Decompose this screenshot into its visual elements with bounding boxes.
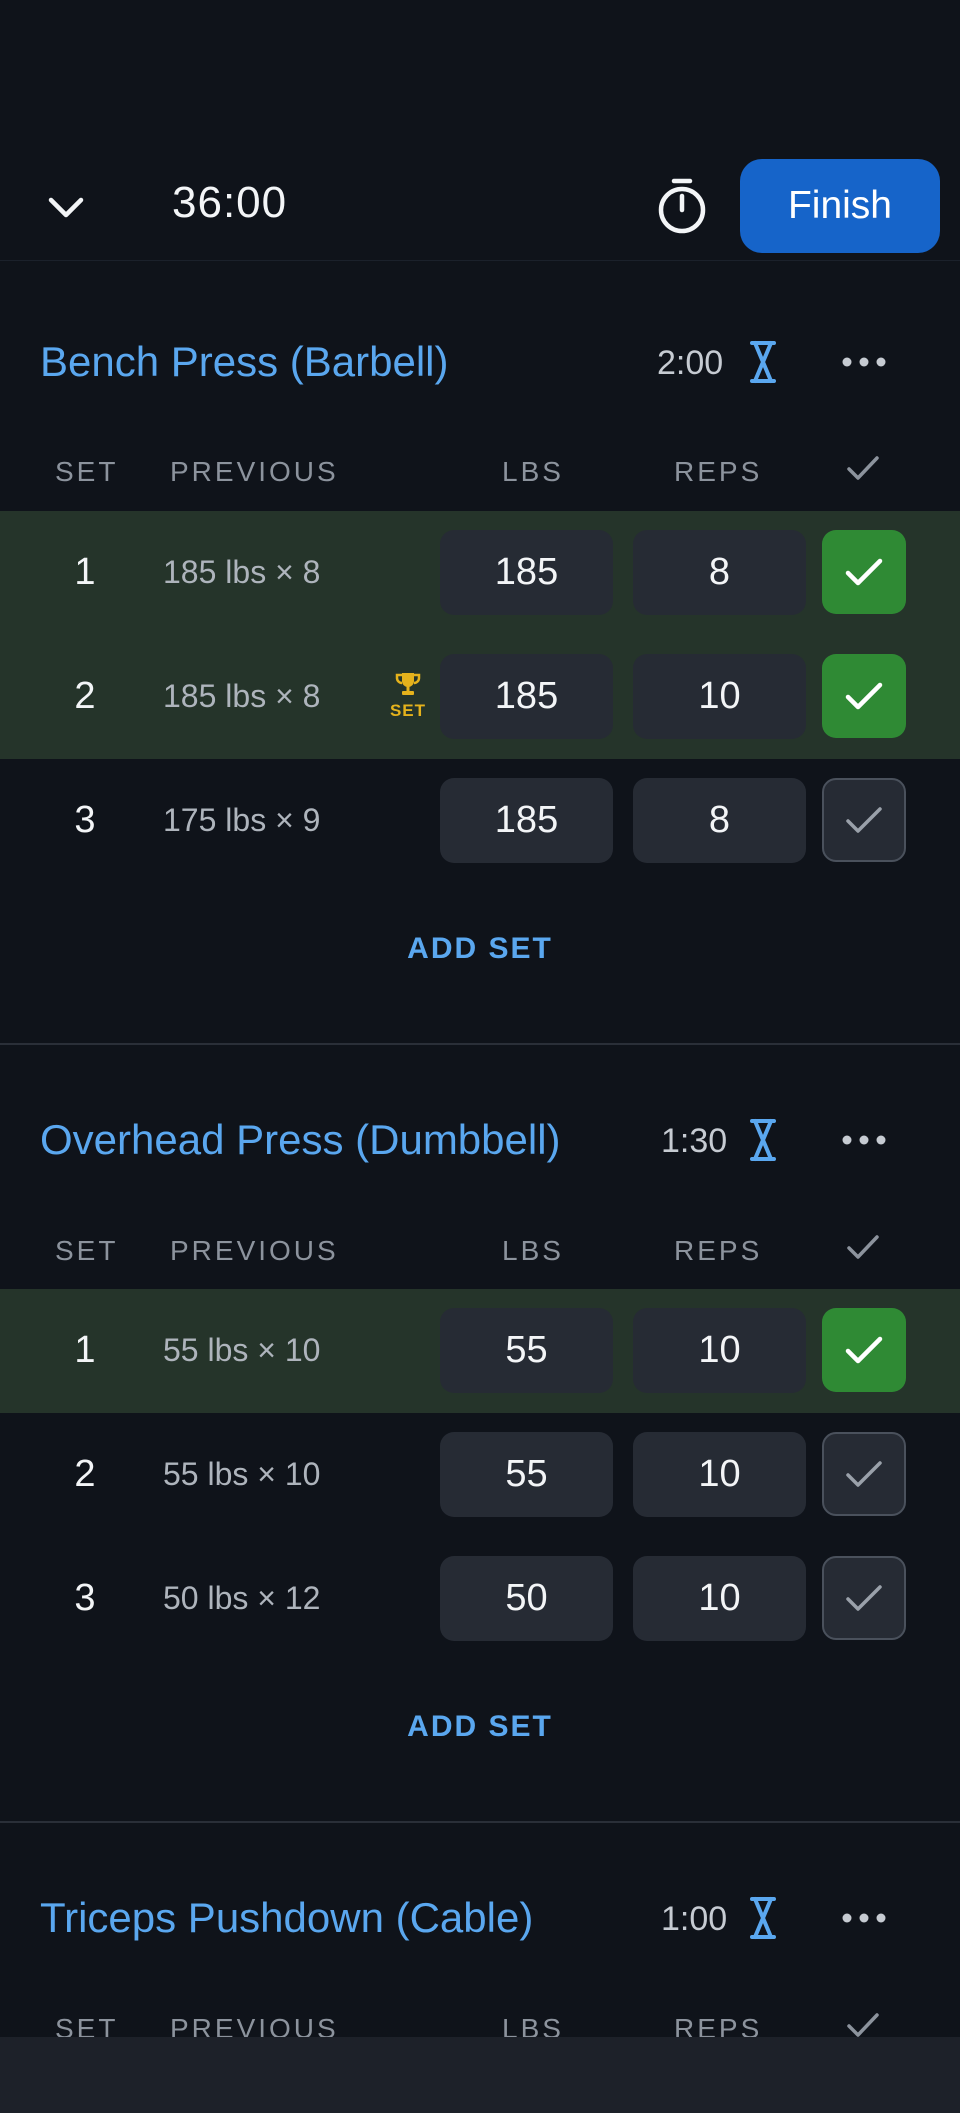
exercise-title[interactable]: Bench Press (Barbell) — [40, 338, 449, 386]
weight-input[interactable]: 185 — [440, 778, 613, 863]
rest-timer[interactable]: 1:00 — [661, 1900, 727, 1939]
complete-set-checkbox[interactable] — [822, 1432, 906, 1516]
complete-set-checkbox[interactable] — [822, 654, 906, 738]
rest-timer[interactable]: 2:00 — [657, 344, 723, 383]
trophy-icon — [395, 673, 421, 695]
exercise-title[interactable]: Overhead Press (Dumbbell) — [40, 1116, 561, 1164]
check-icon — [846, 1585, 882, 1611]
chevron-down-icon[interactable] — [42, 188, 90, 228]
reps-input[interactable]: 10 — [633, 1432, 806, 1517]
column-header-lbs: LBS — [502, 456, 564, 487]
finish-button[interactable]: Finish — [740, 159, 940, 253]
weight-input[interactable]: 185 — [440, 654, 613, 739]
reps-input[interactable]: 8 — [633, 530, 806, 615]
exercise-title[interactable]: Triceps Pushdown (Cable) — [40, 1894, 533, 1942]
divider — [0, 1043, 960, 1045]
divider — [0, 1821, 960, 1823]
complete-set-checkbox[interactable] — [822, 778, 906, 862]
reps-input[interactable]: 10 — [633, 654, 806, 739]
set-row: 3 50 lbs × 12 50 10 — [0, 1537, 960, 1661]
set-row: 2 55 lbs × 10 55 10 — [0, 1413, 960, 1537]
column-header-previous: PREVIOUS — [170, 1235, 339, 1266]
weight-input[interactable]: 50 — [440, 1556, 613, 1641]
weight-input[interactable]: 185 — [440, 530, 613, 615]
column-header-lbs: LBS — [502, 1235, 564, 1266]
hourglass-icon[interactable] — [748, 1118, 778, 1162]
previous-value[interactable]: 55 lbs × 10 — [163, 1456, 320, 1493]
workout-timer: 36:00 — [172, 178, 288, 227]
set-number: 1 — [74, 551, 96, 593]
rest-timer[interactable]: 1:30 — [661, 1122, 727, 1161]
stopwatch-icon[interactable] — [654, 176, 710, 236]
check-icon — [845, 558, 883, 586]
add-set-button[interactable]: ADD SET — [0, 1710, 960, 1744]
previous-value[interactable]: 175 lbs × 9 — [163, 802, 320, 839]
set-number: 2 — [74, 1453, 96, 1495]
column-header-reps: REPS — [674, 1235, 763, 1266]
reps-input[interactable]: 10 — [633, 1556, 806, 1641]
hourglass-icon[interactable] — [748, 340, 778, 384]
check-icon — [847, 1235, 879, 1259]
check-icon — [847, 456, 879, 480]
previous-value[interactable]: 185 lbs × 8 — [163, 678, 320, 715]
set-number: 3 — [74, 799, 96, 841]
badge-label: SET — [389, 701, 427, 720]
check-icon — [847, 2013, 879, 2037]
more-icon[interactable] — [834, 347, 894, 377]
column-header-set: SET — [55, 456, 119, 487]
reps-input[interactable]: 10 — [633, 1308, 806, 1393]
bottom-bar — [0, 2037, 960, 2113]
hourglass-icon[interactable] — [748, 1896, 778, 1940]
column-header-set: SET — [55, 1235, 119, 1266]
weight-input[interactable]: 55 — [440, 1432, 613, 1517]
column-header-previous: PREVIOUS — [170, 456, 339, 487]
more-icon[interactable] — [834, 1125, 894, 1155]
check-icon — [846, 1461, 882, 1487]
set-number: 1 — [74, 1329, 96, 1371]
previous-value[interactable]: 185 lbs × 8 — [163, 554, 320, 591]
workout-header: 36:00 Finish — [0, 0, 960, 261]
check-icon — [845, 682, 883, 710]
set-row: 2 185 lbs × 8 SET 185 10 — [0, 635, 960, 759]
set-number: 3 — [74, 1577, 96, 1619]
column-header-reps: REPS — [674, 456, 763, 487]
complete-set-checkbox[interactable] — [822, 530, 906, 614]
complete-set-checkbox[interactable] — [822, 1556, 906, 1640]
personal-record-badge: SET — [386, 670, 430, 721]
previous-value[interactable]: 50 lbs × 12 — [163, 1580, 320, 1617]
check-icon — [845, 1336, 883, 1364]
reps-input[interactable]: 8 — [633, 778, 806, 863]
set-row: 1 185 lbs × 8 185 8 — [0, 511, 960, 635]
weight-input[interactable]: 55 — [440, 1308, 613, 1393]
more-icon[interactable] — [834, 1903, 894, 1933]
complete-set-checkbox[interactable] — [822, 1308, 906, 1392]
set-row: 1 55 lbs × 10 55 10 — [0, 1289, 960, 1413]
add-set-button[interactable]: ADD SET — [0, 932, 960, 966]
check-icon — [846, 807, 882, 833]
set-number: 2 — [74, 675, 96, 717]
set-row: 3 175 lbs × 9 185 8 — [0, 759, 960, 883]
previous-value[interactable]: 55 lbs × 10 — [163, 1332, 320, 1369]
